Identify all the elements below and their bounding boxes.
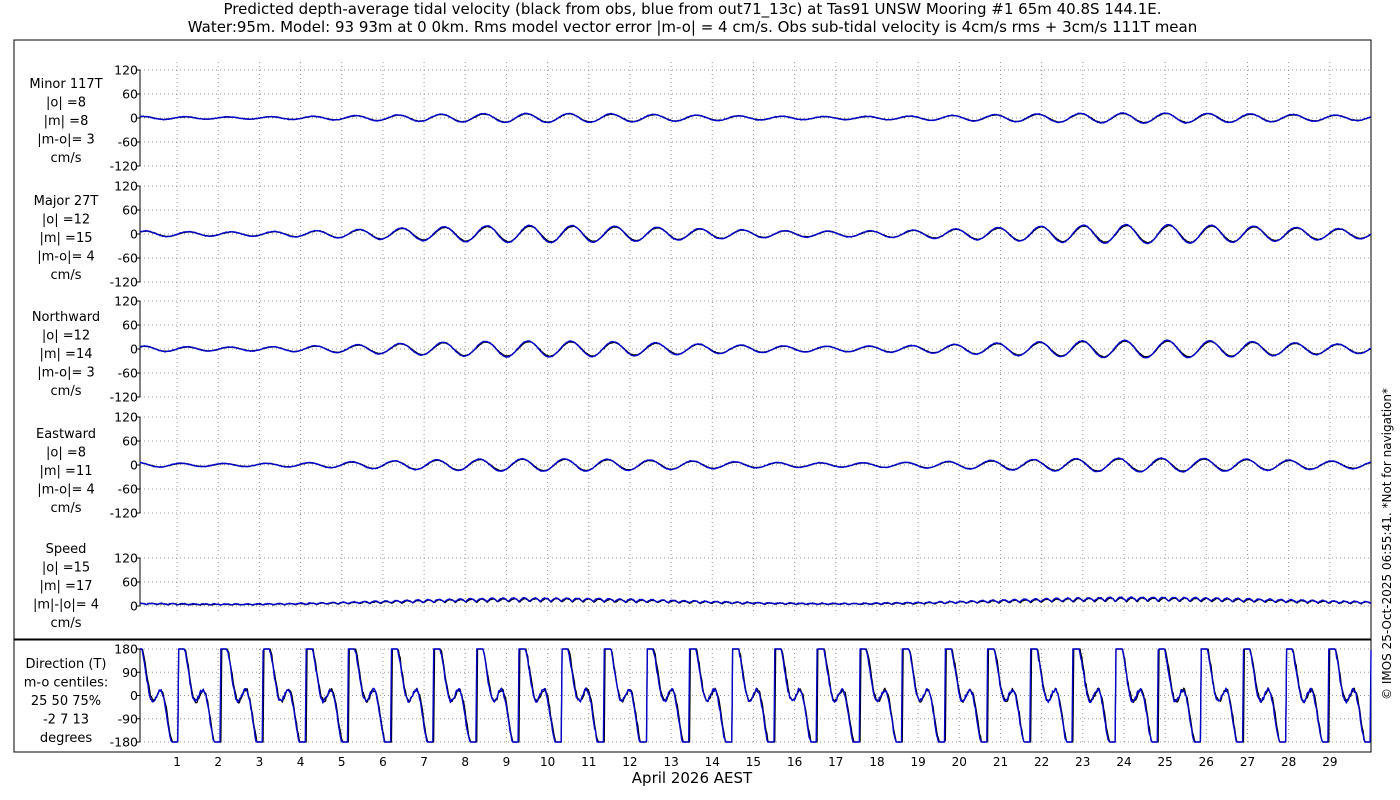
y-tick-label: -120 [110, 159, 138, 174]
x-tick-label: 29 [1322, 755, 1337, 769]
x-tick-label: 4 [297, 755, 305, 769]
panel-label-speed: Speed [46, 542, 87, 557]
x-tick-label: 18 [869, 755, 884, 769]
panel-label-major: |m| =15 [40, 231, 93, 246]
panel-label-speed: cm/s [51, 616, 82, 631]
x-tick-label: 24 [1116, 755, 1131, 769]
x-tick-label: 21 [993, 755, 1008, 769]
panel-label-north: |m| =14 [40, 347, 93, 362]
panel-label-major: |o| =12 [42, 213, 90, 228]
panel-label-east: |o| =8 [46, 446, 86, 461]
x-tick-label: 20 [952, 755, 967, 769]
panel-label-speed: |m|-|o|= 4 [33, 598, 99, 613]
y-tick-label: -60 [118, 135, 138, 150]
panel-label-minor: |o| =8 [46, 96, 86, 111]
y-tick-label: 120 [114, 179, 138, 194]
x-tick-label: 6 [379, 755, 387, 769]
y-tick-label: -60 [118, 366, 138, 381]
y-tick-label: 0 [130, 688, 138, 703]
x-tick-label: 15 [746, 755, 761, 769]
series-layer [139, 112, 1372, 743]
series-model-north [139, 339, 1372, 359]
panel-label-major: cm/s [51, 268, 82, 283]
y-tick-label: -60 [118, 251, 138, 266]
y-tick-label: -120 [110, 275, 138, 290]
copyright-notice-container: © IMOS 25-Oct-2025 06:55:41. *Not for na… [1380, 388, 1400, 720]
y-tick-label: 120 [114, 551, 138, 566]
panel-label-east: |m| =11 [40, 464, 93, 479]
y-tick-label: -180 [110, 735, 138, 750]
y-tick-label: 90 [122, 665, 138, 680]
x-tick-label: 19 [910, 755, 925, 769]
panel-label-east: cm/s [51, 501, 82, 516]
panel-label-major: Major 27T [34, 194, 99, 209]
y-tick-label: 120 [114, 63, 138, 78]
x-tick-label: 22 [1034, 755, 1049, 769]
x-tick-label: 12 [622, 755, 637, 769]
x-axis-label: April 2026 AEST [632, 769, 753, 787]
tidal-velocity-chart: April 2026 AEST 1 2 3 4 5 6 7 8 9 10 11 12 13 14 15 16 1… [13, 39, 1372, 787]
panel-label-north: |o| =12 [42, 329, 90, 344]
panel-label-minor: |m| =8 [44, 114, 89, 129]
x-tick-label: 28 [1281, 755, 1296, 769]
y-tick-label: 60 [122, 434, 138, 449]
panel-label-direction: degrees [40, 731, 93, 746]
y-tick-label: -120 [110, 506, 138, 521]
x-tick-label: 9 [503, 755, 511, 769]
panel-label-speed: |o| =15 [42, 561, 90, 576]
y-tick-label: 0 [130, 227, 138, 242]
x-tick-label: 7 [420, 755, 428, 769]
x-tick-label: 2 [214, 755, 222, 769]
y-tick-label: 180 [114, 642, 138, 657]
y-tick-label: 0 [130, 111, 138, 126]
y-tick-label: 0 [130, 342, 138, 357]
y-tick-label: -120 [110, 390, 138, 405]
y-tick-label: 0 [130, 458, 138, 473]
x-tick-label: 8 [461, 755, 469, 769]
y-tick-label: -90 [118, 711, 138, 726]
panel-label-minor: Minor 117T [29, 77, 102, 92]
x-tick-label: 3 [256, 755, 264, 769]
panel-label-north: cm/s [51, 384, 82, 399]
panel-label-direction: Direction (T) [26, 657, 107, 672]
panel-label-north: |m-o|= 3 [37, 366, 95, 381]
y-tick-label: 60 [122, 87, 138, 102]
panel-label-direction: -2 7 13 [43, 713, 89, 728]
y-tick-label: 60 [122, 318, 138, 333]
x-tick-label: 13 [663, 755, 678, 769]
y-tick-label: 60 [122, 575, 138, 590]
y-tick-label: -60 [118, 482, 138, 497]
panel-label-major: |m-o|= 4 [37, 250, 95, 265]
panel-label-north: Northward [32, 310, 100, 325]
x-tick-label: 16 [787, 755, 802, 769]
x-tick-label: 25 [1158, 755, 1173, 769]
x-tick-label: 5 [338, 755, 346, 769]
x-tick-label: 17 [828, 755, 843, 769]
series-model-minor [140, 112, 1372, 124]
panel-label-speed: |m| =17 [40, 579, 93, 594]
panel-label-east: |m-o|= 4 [37, 483, 95, 498]
copyright-notice: © IMOS 25-Oct-2025 06:55:41. *Not for na… [1380, 388, 1394, 700]
x-tick-label: 27 [1240, 755, 1255, 769]
x-tick-label: 11 [581, 755, 596, 769]
x-tick-label: 10 [540, 755, 555, 769]
x-tick-label: 14 [705, 755, 720, 769]
y-tick-label: 120 [114, 294, 138, 309]
panel-label-east: Eastward [36, 427, 96, 442]
x-tick-label: 1 [173, 755, 181, 769]
panel-label-minor: |m-o|= 3 [37, 133, 95, 148]
x-tick-label: 23 [1075, 755, 1090, 769]
y-tick-label: 120 [114, 410, 138, 425]
panel-label-minor: cm/s [51, 151, 82, 166]
y-tick-label: 60 [122, 203, 138, 218]
y-tick-label: 0 [130, 599, 138, 614]
panel-label-direction: 25 50 75% [31, 694, 101, 709]
panel-label-direction: m-o centiles: [24, 676, 109, 691]
x-tick-label: 26 [1199, 755, 1214, 769]
